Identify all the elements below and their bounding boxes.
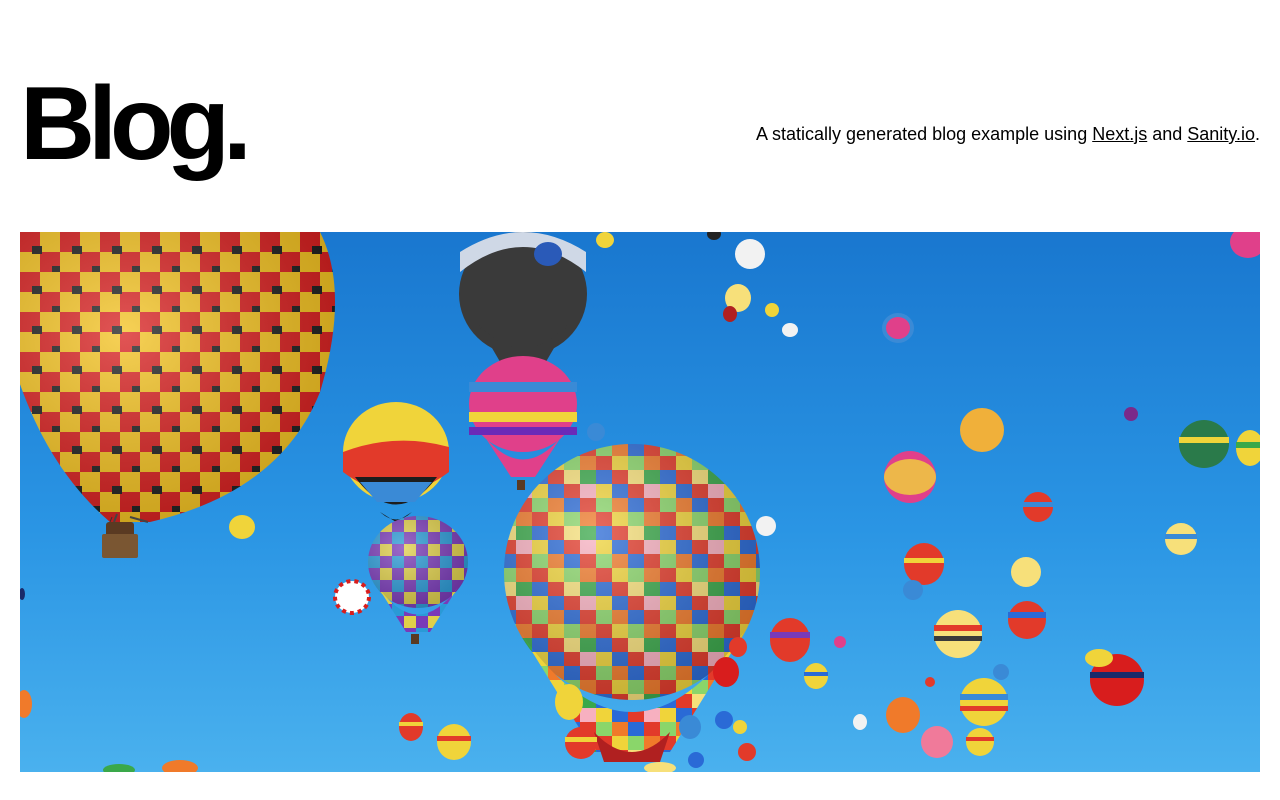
balloon-large-left: [20, 232, 335, 558]
tagline: A statically generated blog example usin…: [756, 122, 1260, 146]
tagline-prefix: A statically generated blog example usin…: [756, 124, 1093, 144]
cover-image: [20, 232, 1260, 772]
sanity-link[interactable]: Sanity.io: [1187, 124, 1255, 144]
page: Blog. A statically generated blog exampl…: [0, 0, 1280, 800]
hot-air-balloons-illustration: [20, 232, 1260, 772]
balloon-purple: [368, 516, 468, 644]
site-title: Blog.: [20, 66, 252, 182]
site-header: Blog. A statically generated blog exampl…: [20, 64, 1260, 194]
tagline-suffix: .: [1254, 124, 1260, 144]
tagline-middle: and: [1147, 124, 1188, 144]
balloon-palm: [343, 402, 449, 522]
nextjs-link[interactable]: Next.js: [1092, 124, 1147, 144]
